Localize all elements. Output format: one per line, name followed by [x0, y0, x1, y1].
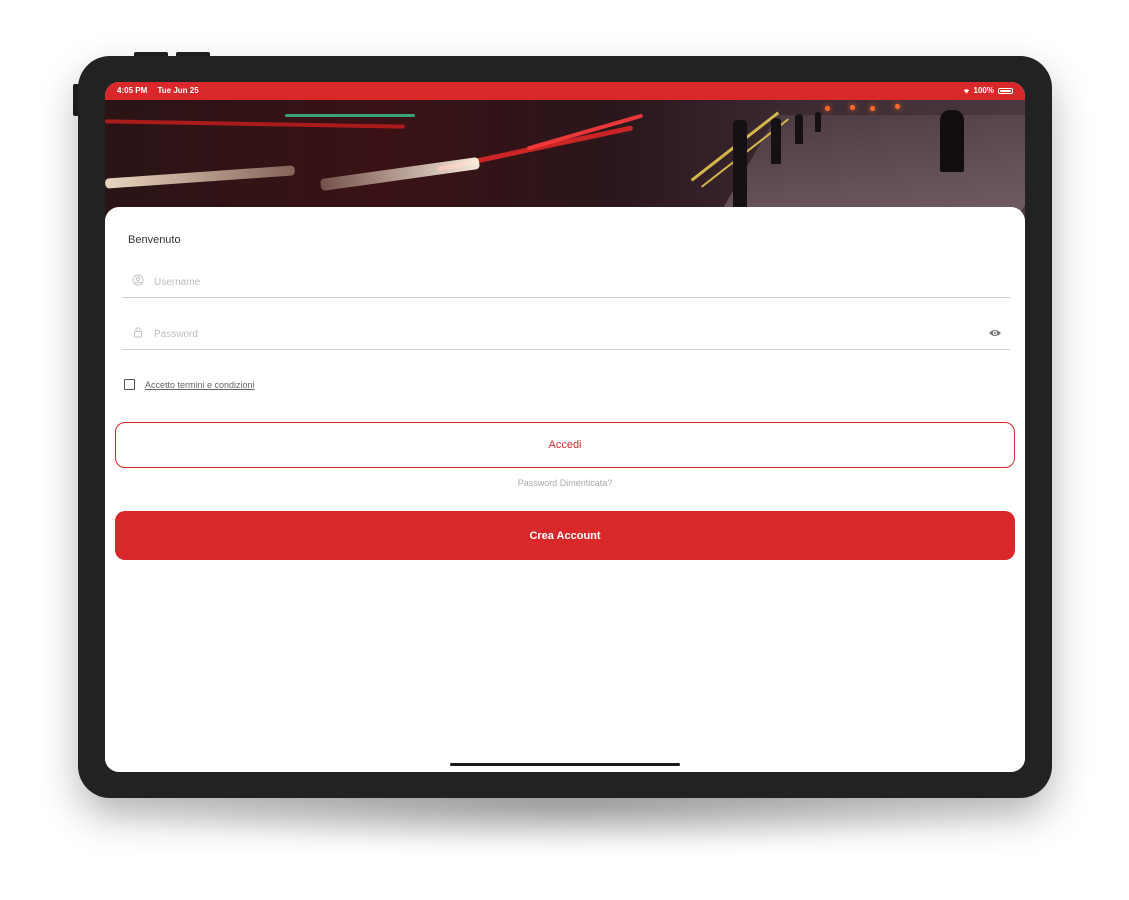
light-streak [105, 165, 296, 189]
password-field[interactable] [122, 315, 1010, 350]
bollard [733, 120, 747, 208]
terms-row: Accetto termini e condizioni [124, 379, 255, 390]
terms-link[interactable]: Accetto termini e condizioni [145, 380, 255, 390]
pedestrian-silhouette [940, 110, 964, 172]
username-field[interactable] [122, 263, 1010, 298]
battery-percent: 100% [973, 86, 994, 95]
hero-image [105, 100, 1025, 220]
tablet-screen: 4:05 PM Tue Jun 25 100% Benvenuto Userna… [105, 82, 1025, 772]
light-streak [319, 156, 481, 192]
street-lamp [850, 105, 855, 110]
status-bar: 4:05 PM Tue Jun 25 100% [105, 82, 1025, 100]
bollard [795, 114, 803, 144]
light-streak [285, 114, 415, 117]
login-card: Benvenuto Accetto termini e con [105, 207, 1025, 772]
home-indicator[interactable] [450, 763, 680, 766]
battery-icon [998, 87, 1013, 94]
status-time: 4:05 PM [117, 86, 148, 95]
password-input[interactable] [152, 325, 976, 343]
hero-pavement [713, 115, 1025, 220]
forgot-password-link[interactable]: Password Dimenticata? [105, 478, 1025, 488]
eye-icon[interactable] [988, 327, 1002, 339]
street-lamp [825, 106, 830, 111]
bollard [771, 118, 781, 164]
street-lamp [870, 106, 875, 111]
status-right: 100% [963, 86, 1013, 95]
lock-icon [134, 327, 142, 338]
user-icon [132, 274, 144, 286]
login-button[interactable]: Accedi [115, 422, 1015, 468]
username-input[interactable] [152, 273, 976, 291]
terms-checkbox[interactable] [124, 379, 135, 390]
welcome-title: Benvenuto [128, 234, 181, 246]
create-account-button[interactable]: Crea Account [115, 511, 1015, 560]
street-lamp [895, 104, 900, 109]
bollard [815, 112, 821, 132]
status-left: 4:05 PM Tue Jun 25 [117, 86, 199, 95]
status-date: Tue Jun 25 [157, 86, 199, 95]
wifi-icon [963, 88, 969, 93]
light-streak [105, 119, 406, 129]
light-streak [526, 113, 644, 151]
